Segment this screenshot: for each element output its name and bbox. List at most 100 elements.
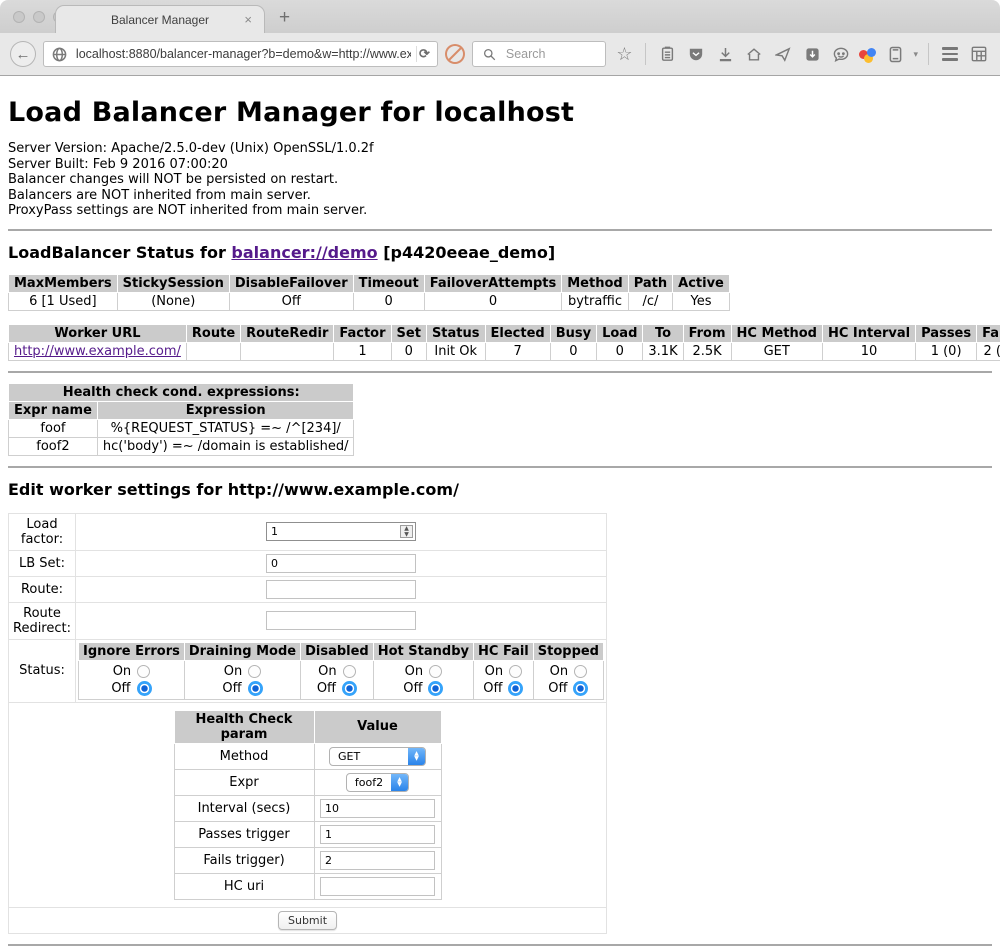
method-select[interactable]: GET ▲▼ [329,747,426,766]
col-busy: Busy [550,324,596,342]
lb-set-input[interactable] [266,554,416,573]
colored-dots-icon[interactable] [859,46,877,62]
cell-expr-name: foof2 [9,437,98,455]
apps-grid-icon[interactable] [968,43,990,65]
radio-hot-standby-on[interactable] [429,665,442,678]
cell-method: bytraffic [562,292,628,310]
divider [8,466,992,468]
persist-warning-line: Balancer changes will NOT be persisted o… [8,172,992,188]
fails-input[interactable] [320,851,435,870]
send-tab-icon[interactable] [772,43,794,65]
worker-url-link[interactable]: http://www.example.com/ [14,344,181,359]
radio-hc-fail-on[interactable] [509,665,522,678]
form-row-route-redirect: Route Redirect: [9,602,607,639]
col-route: Route [186,324,240,342]
clipboard-icon[interactable] [656,43,678,65]
off-label: Off [548,680,567,697]
radio-ignore-errors-off[interactable] [137,681,152,696]
col-status: Status [426,324,485,342]
table-title-row: Health check cond. expressions: [9,383,354,401]
window-close-button[interactable] [13,11,25,23]
hc-interval-row: Interval (secs) [174,795,441,821]
select-stepper-icon: ▲▼ [391,774,408,791]
balancer-demo-link[interactable]: balancer://demo [231,243,377,262]
download-box-icon[interactable] [801,43,823,65]
tab-title: Balancer Manager [111,13,209,27]
edit-worker-form: Load factor: ▲▼ LB Set: Route: [8,513,607,934]
method-label: Method [174,743,314,769]
bookmark-star-icon[interactable]: ☆ [613,43,635,65]
form-row-submit: Submit [9,907,607,933]
menu-icon[interactable] [939,43,961,65]
passes-input[interactable] [320,825,435,844]
cell-load: 0 [597,342,643,360]
route-input[interactable] [266,580,416,599]
col-ignore-errors: Ignore Errors [79,642,185,660]
url-bar[interactable]: localhost:8880/balancer-manager?b=demo&w… [43,41,438,67]
lb-set-label: LB Set: [9,550,76,576]
radio-draining-mode-off[interactable] [248,681,263,696]
radio-hc-fail-off[interactable] [508,681,523,696]
table-header-row: Expr name Expression [9,401,354,419]
radio-ignore-errors-on[interactable] [137,665,150,678]
on-label: On [405,663,423,680]
balancers-warning-line: Balancers are NOT inherited from main se… [8,188,992,204]
downloads-icon[interactable] [714,43,736,65]
health-check-param-table: Health Check param Value Method GET ▲▼ [174,710,442,900]
form-row-status: Status: Ignore Errors Draining Mode Disa… [9,639,607,702]
reload-icon[interactable]: ⟳ [416,46,432,62]
stepper-arrows-icon[interactable]: ▲▼ [400,525,413,538]
content-block-icon[interactable] [445,44,465,64]
col-disablefailover: DisableFailover [229,274,353,292]
col-hc-fail: HC Fail [474,642,534,660]
chat-smiley-icon[interactable] [830,43,852,65]
cell-expression: %{REQUEST_STATUS} =~ /^[234]/ [97,419,354,437]
home-icon[interactable] [743,43,765,65]
hc-expressions-title: Health check cond. expressions: [9,383,354,401]
load-factor-input[interactable] [266,522,416,541]
route-redirect-input[interactable] [266,611,416,630]
off-label: Off [111,680,130,697]
cell-expr-name: foof [9,419,98,437]
hc-uri-input[interactable] [320,877,435,896]
hc-expr-row: Expr foof2 ▲▼ [174,769,441,795]
col-from: From [683,324,731,342]
route-redirect-label: Route Redirect: [9,602,76,639]
cell-hc-interval: 10 [822,342,915,360]
off-label: Off [403,680,422,697]
cell-factor: 1 [334,342,391,360]
form-row-hc-params: Health Check param Value Method GET ▲▼ [9,702,607,907]
device-sync-icon[interactable] [884,43,906,65]
cell-path: /c/ [628,292,672,310]
col-maxmembers: MaxMembers [9,274,118,292]
cell-passes: 1 (0) [916,342,977,360]
search-placeholder[interactable]: Search [506,47,546,61]
hc-uri-row: HC uri [174,873,441,899]
status-label: Status: [9,639,76,702]
tab-balancer-manager[interactable]: Balancer Manager × [55,5,265,33]
cell-active: Yes [673,292,730,310]
radio-disabled-on[interactable] [343,665,356,678]
search-bar[interactable]: Search [472,41,607,67]
radio-disabled-off[interactable] [342,681,357,696]
interval-input[interactable] [320,799,435,818]
expr-select[interactable]: foof2 ▲▼ [346,773,409,792]
radio-hot-standby-off[interactable] [428,681,443,696]
url-text[interactable]: localhost:8880/balancer-manager?b=demo&w… [76,47,411,61]
col-hot-standby: Hot Standby [373,642,473,660]
globe-icon [49,43,71,65]
radio-stopped-off[interactable] [573,681,588,696]
cell-fails: 2 (0) [977,342,1000,360]
back-button[interactable]: ← [10,41,36,67]
divider [8,371,992,373]
chevron-down-icon[interactable]: ▾ [913,49,918,60]
load-factor-stepper[interactable]: ▲▼ [266,522,416,541]
window-minimize-button[interactable] [33,11,45,23]
radio-draining-mode-on[interactable] [248,665,261,678]
form-row-load-factor: Load factor: ▲▼ [9,513,607,550]
pocket-icon[interactable] [685,43,707,65]
col-stopped: Stopped [533,642,603,660]
radio-stopped-on[interactable] [574,665,587,678]
new-tab-button[interactable]: + [279,7,290,29]
tab-close-icon[interactable]: × [244,12,252,27]
